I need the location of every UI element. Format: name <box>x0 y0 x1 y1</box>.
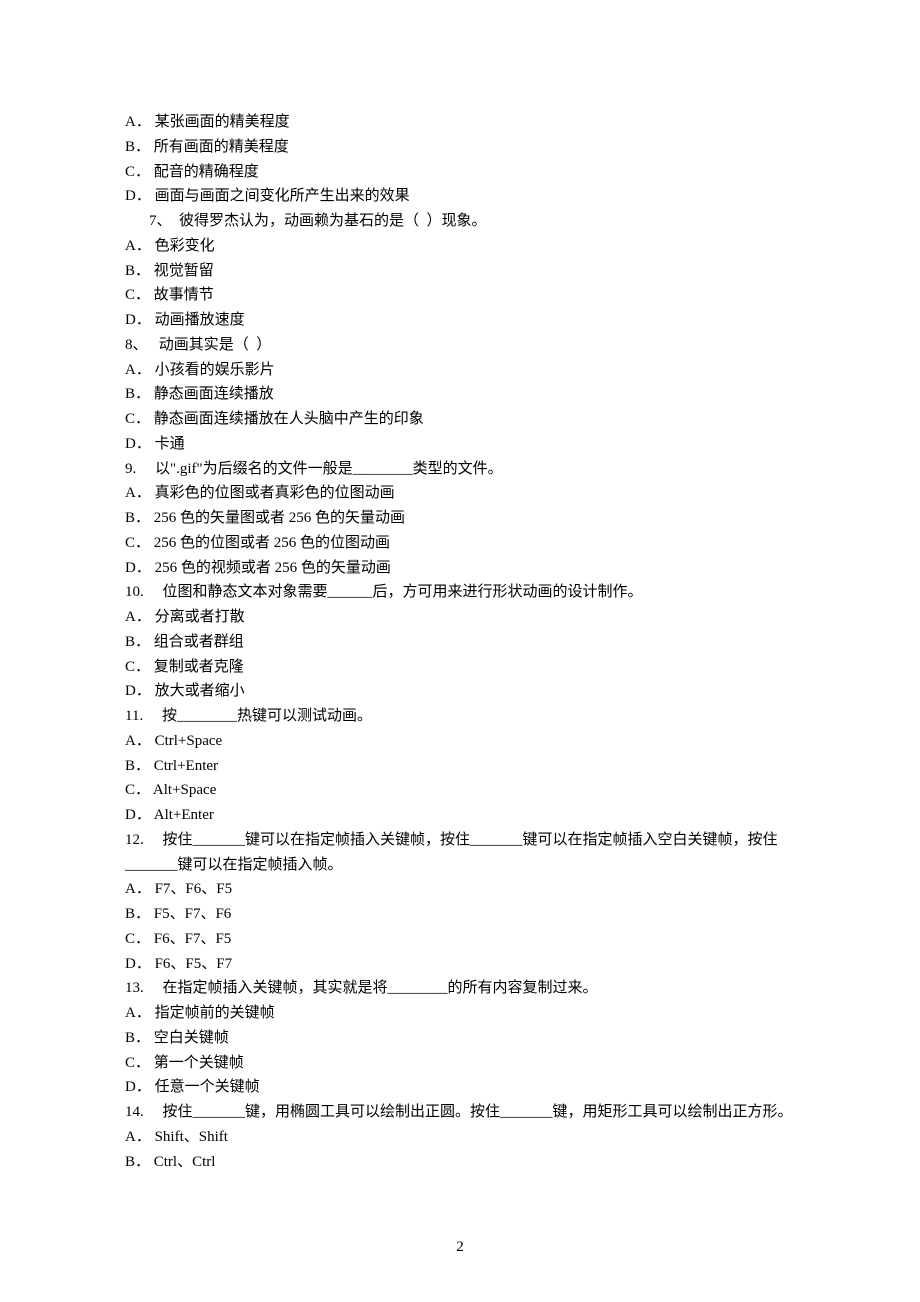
text-line: C． 第一个关键帧 <box>125 1051 795 1076</box>
text-line: D． F6、F5、F7 <box>125 952 795 977</box>
document-page: A． 某张画面的精美程度B． 所有画面的精美程度C． 配音的精确程度D． 画面与… <box>0 0 920 1302</box>
text-line: D． 画面与画面之间变化所产生出来的效果 <box>125 184 795 209</box>
text-line: B． 静态画面连续播放 <box>125 382 795 407</box>
text-line: B． F5、F7、F6 <box>125 902 795 927</box>
text-line: D． Alt+Enter <box>125 803 795 828</box>
text-line: 7、 彼得罗杰认为，动画赖为基石的是（ ）现象。 <box>125 209 795 234</box>
text-line: 8、 动画其实是（ ） <box>125 333 795 358</box>
page-number: 2 <box>0 1235 920 1260</box>
text-line: C． Alt+Space <box>125 778 795 803</box>
text-line: B． Ctrl、Ctrl <box>125 1150 795 1175</box>
text-line: 14. 按住_______键，用椭圆工具可以绘制出正圆。按住_______键，用… <box>125 1100 795 1125</box>
text-line: D． 卡通 <box>125 432 795 457</box>
text-line: B． 256 色的矢量图或者 256 色的矢量动画 <box>125 506 795 531</box>
text-line: A． 色彩变化 <box>125 234 795 259</box>
text-line: C． 静态画面连续播放在人头脑中产生的印象 <box>125 407 795 432</box>
text-line: B． 空白关键帧 <box>125 1026 795 1051</box>
text-line: A． Shift、Shift <box>125 1125 795 1150</box>
text-line: A． 小孩看的娱乐影片 <box>125 358 795 383</box>
text-line: A． 分离或者打散 <box>125 605 795 630</box>
text-line: 9. 以".gif"为后缀名的文件一般是________类型的文件。 <box>125 457 795 482</box>
text-line: A． 某张画面的精美程度 <box>125 110 795 135</box>
text-line: 10. 位图和静态文本对象需要______后，方可用来进行形状动画的设计制作。 <box>125 580 795 605</box>
text-line: B． 所有画面的精美程度 <box>125 135 795 160</box>
text-line: 13. 在指定帧插入关键帧，其实就是将________的所有内容复制过来。 <box>125 976 795 1001</box>
text-line: A． F7、F6、F5 <box>125 877 795 902</box>
text-line: 12. 按住_______键可以在指定帧插入关键帧，按住_______键可以在指… <box>125 828 795 878</box>
text-line: C． 故事情节 <box>125 283 795 308</box>
text-line: B． 组合或者群组 <box>125 630 795 655</box>
text-line: C． 配音的精确程度 <box>125 160 795 185</box>
text-line: D． 任意一个关键帧 <box>125 1075 795 1100</box>
text-line: D． 放大或者缩小 <box>125 679 795 704</box>
text-line: C． 复制或者克隆 <box>125 655 795 680</box>
text-line: B． 视觉暂留 <box>125 259 795 284</box>
text-line: C． 256 色的位图或者 256 色的位图动画 <box>125 531 795 556</box>
text-line: 11. 按________热键可以测试动画。 <box>125 704 795 729</box>
text-line: D． 256 色的视频或者 256 色的矢量动画 <box>125 556 795 581</box>
text-line: D． 动画播放速度 <box>125 308 795 333</box>
text-line: A． 指定帧前的关键帧 <box>125 1001 795 1026</box>
text-line: C． F6、F7、F5 <box>125 927 795 952</box>
page-content: A． 某张画面的精美程度B． 所有画面的精美程度C． 配音的精确程度D． 画面与… <box>125 110 795 1174</box>
text-line: B． Ctrl+Enter <box>125 754 795 779</box>
text-line: A． 真彩色的位图或者真彩色的位图动画 <box>125 481 795 506</box>
text-line: A． Ctrl+Space <box>125 729 795 754</box>
